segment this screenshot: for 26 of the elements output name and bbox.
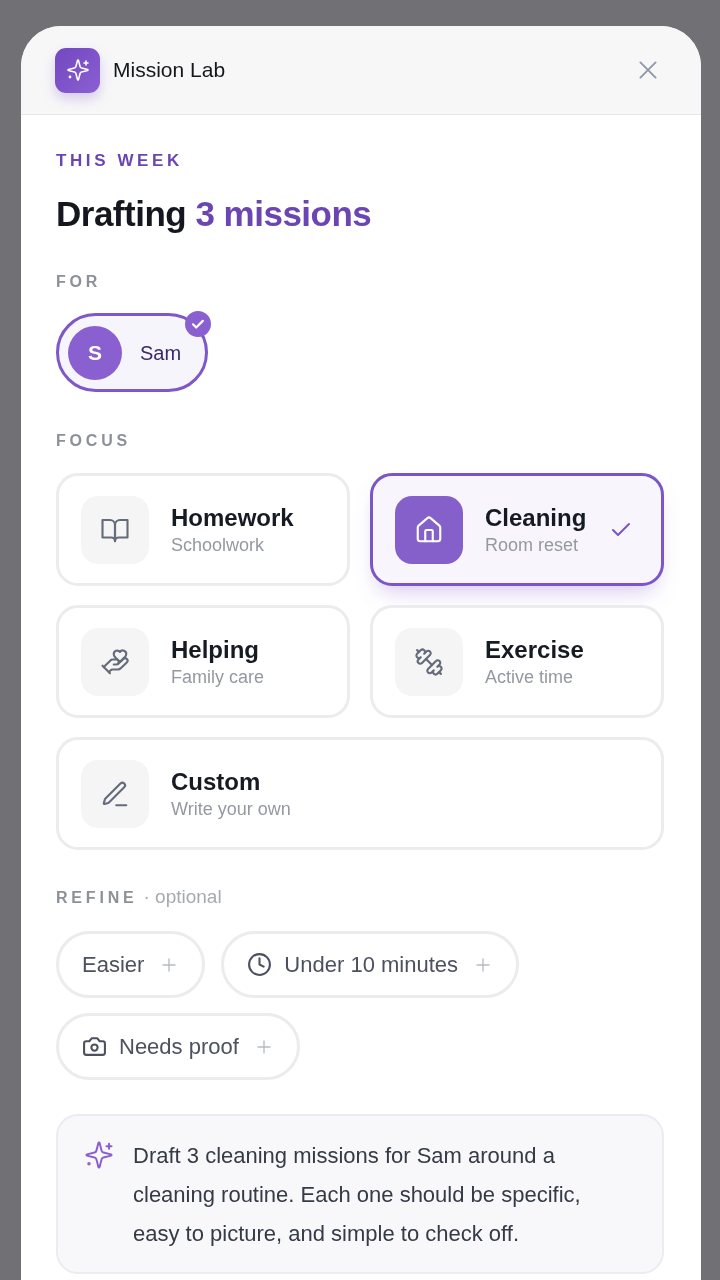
section-label: REFINE — [56, 888, 138, 908]
eyebrow-label: THIS WEEK — [56, 150, 184, 172]
page-heading: Drafting 3 missions — [56, 193, 373, 235]
dumbbell-icon — [395, 627, 463, 696]
refine-chip[interactable]: Under 10 minutes — [221, 931, 519, 998]
sparkle-logo-icon — [55, 47, 100, 93]
focus-card[interactable]: Cleaning Room reset — [370, 473, 664, 586]
focus-card[interactable]: Custom Write your own — [56, 737, 664, 850]
section-label: FOR — [56, 272, 103, 292]
refine-chip[interactable]: Easier — [56, 931, 206, 998]
house-icon — [395, 495, 463, 564]
person-chip[interactable]: S Sam — [56, 313, 209, 392]
avatar: S — [68, 325, 122, 380]
focus-card[interactable]: Exercise Active time — [370, 605, 664, 718]
focus-card[interactable]: Homework Schoolwork — [56, 473, 350, 586]
refine-chip[interactable]: Needs proof — [56, 1013, 300, 1080]
camera-icon — [82, 1034, 107, 1059]
section-label: FOCUS — [56, 431, 132, 451]
focus-card[interactable]: Helping Family care — [56, 605, 350, 718]
pencil-icon — [81, 759, 149, 828]
prompt-text: Draft 3 cleaning missions for Sam around a cleaning routine. Each one should be specific, easy to picture, and simple to check off. — [133, 1142, 582, 1248]
sparkle-icon — [84, 1140, 114, 1170]
book-icon — [81, 495, 149, 564]
app-title: Mission Lab — [113, 57, 226, 84]
clock-icon — [247, 952, 273, 977]
optional-note: · optional — [143, 887, 222, 907]
